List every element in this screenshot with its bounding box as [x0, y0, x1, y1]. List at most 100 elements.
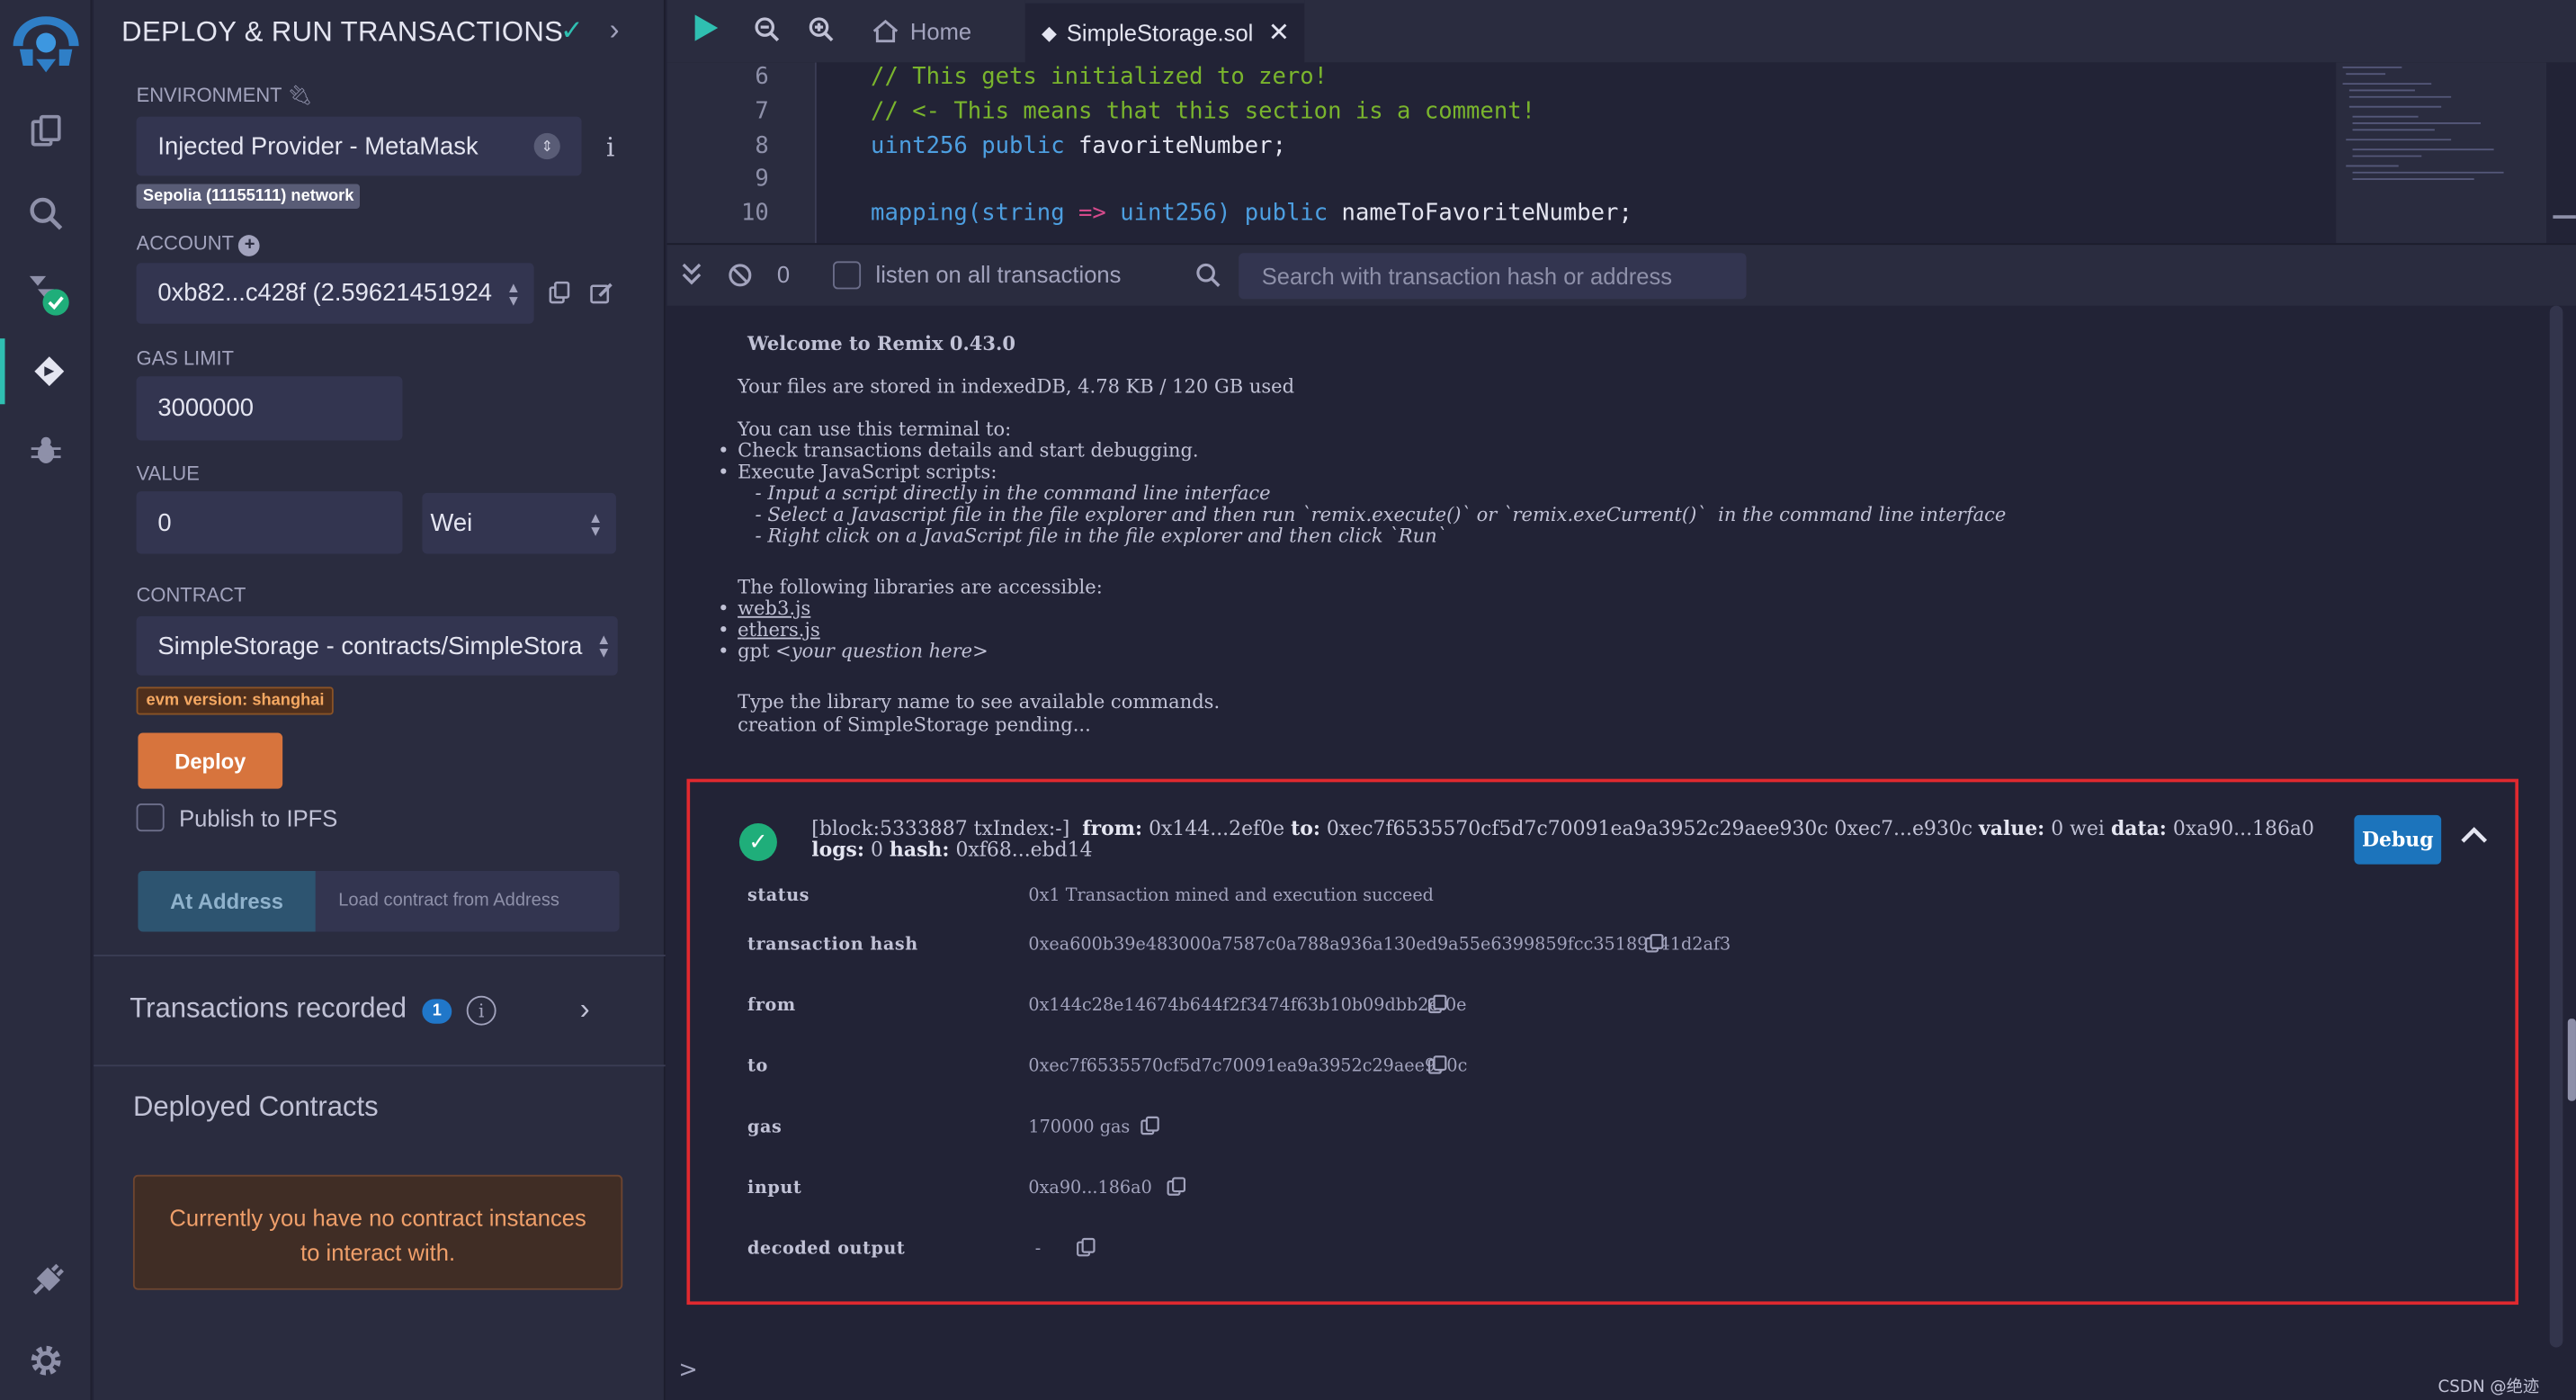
account-label: ACCOUNT +: [137, 232, 261, 256]
code-token: string: [981, 200, 1065, 228]
collapse-caret-icon[interactable]: [2459, 818, 2489, 852]
remix-ide: DEPLOY & RUN TRANSACTIONS ✓ › ENVIRONMEN…: [0, 0, 2576, 1400]
minimap[interactable]: [2336, 62, 2547, 244]
publish-ipfs-checkbox[interactable]: [136, 803, 165, 832]
remix-logo-icon[interactable]: [6, 10, 85, 82]
tx-value-label: value:: [1979, 816, 2045, 840]
info-icon[interactable]: i: [606, 131, 614, 163]
zoom-out-icon[interactable]: [754, 16, 780, 50]
tx-data-value: 0xa90...186a0: [2172, 816, 2314, 840]
debug-button[interactable]: Debug: [2354, 814, 2442, 865]
zoom-in-icon[interactable]: [809, 16, 835, 50]
transaction-receipt: ✓ [block:5333887 txIndex:-] from: 0x144.…: [686, 778, 2519, 1306]
environment-label-text: ENVIRONMENT: [136, 84, 282, 107]
terminal-scrollbar[interactable]: [2549, 305, 2563, 1348]
listen-all-checkbox[interactable]: [833, 261, 862, 290]
tx-search-input[interactable]: Search with transaction hash or address: [1239, 253, 1747, 300]
code-editor[interactable]: 6 7 8 9 10 // This gets initialized to z…: [666, 62, 2576, 244]
solidity-compiler-icon[interactable]: [0, 260, 92, 326]
copy-icon[interactable]: [1140, 1116, 1160, 1135]
search-icon[interactable]: [0, 181, 92, 247]
code-line: mapping(string => uint256) public nameTo…: [871, 201, 1632, 227]
tab-bar: Home ◆ SimpleStorage.sol ✕: [666, 0, 2576, 63]
terminal-text: Your files are stored in indexedDB, 4.78…: [738, 374, 1295, 398]
code-token: ): [1216, 200, 1245, 228]
code-token: favoriteNumber;: [1078, 132, 1286, 160]
check-icon: ✓: [559, 14, 584, 47]
copy-account-icon[interactable]: [549, 281, 572, 304]
select-arrows-icon: ⇕: [533, 132, 560, 160]
code-line: uint256 public favoriteNumber;: [871, 133, 1286, 159]
edit-icon[interactable]: [590, 281, 614, 305]
deploy-run-icon[interactable]: [0, 338, 92, 405]
code-token: =>: [1064, 200, 1121, 228]
tab-simplestorage[interactable]: ◆ SimpleStorage.sol ✕: [1024, 0, 1305, 63]
file-explorer-icon[interactable]: [0, 99, 92, 165]
tab-file-label: SimpleStorage.sol: [1066, 19, 1254, 47]
bullet: •: [718, 460, 729, 483]
terminal-text: Execute JavaScript scripts:: [738, 460, 997, 483]
add-account-icon[interactable]: +: [238, 235, 261, 256]
terminal-text: gpt <your question here>: [738, 639, 988, 662]
terminal-output: Welcome to Remix 0.43.0 Your files are s…: [667, 306, 2554, 1400]
deploy-button[interactable]: Deploy: [138, 732, 283, 789]
receipt-value: 0x1 Transaction mined and execution succ…: [1028, 885, 1434, 906]
terminal-text: You can use this terminal to:: [738, 417, 1012, 441]
tx-hash-label: hash:: [889, 838, 950, 861]
copy-icon[interactable]: [1076, 1237, 1096, 1257]
contract-select[interactable]: SimpleStorage - contracts/SimpleStora ▲ ▼: [136, 615, 618, 676]
no-instances-alert: Currently you have no contract instances…: [132, 1174, 623, 1290]
resize-handle[interactable]: [2567, 1019, 2576, 1101]
close-icon[interactable]: ✕: [1268, 16, 1290, 49]
deploy-run-panel: DEPLOY & RUN TRANSACTIONS ✓ › ENVIRONMEN…: [94, 0, 666, 1400]
receipt-value: 0xa90...186a0: [1028, 1178, 1152, 1198]
success-check-icon: ✓: [738, 822, 777, 861]
receipt-value: 0x144c28e14674b644f2f3474f63b10b09dbb2ef…: [1028, 995, 1467, 1016]
welcome-text: Welcome to Remix 0.43.0: [747, 331, 1015, 355]
code-token: uint256: [1120, 200, 1217, 228]
info-icon[interactable]: i: [466, 995, 496, 1026]
gutter-divider: [814, 62, 817, 244]
copy-icon[interactable]: [1167, 1177, 1186, 1197]
terminal-prompt[interactable]: >: [678, 1358, 697, 1384]
account-value: 0xb82...c428f (2.59621451924: [157, 279, 493, 308]
code-token: public: [981, 132, 1065, 160]
bullet: •: [718, 617, 729, 642]
debugger-icon[interactable]: [0, 417, 92, 483]
plugin-manager-icon[interactable]: [0, 1249, 92, 1315]
run-play-icon[interactable]: [693, 13, 720, 51]
at-address-input[interactable]: Load contract from Address: [338, 891, 559, 911]
settings-gear-icon[interactable]: [0, 1328, 92, 1394]
account-select[interactable]: 0xb82...c428f (2.59621451924 ▲ ▼: [136, 263, 534, 324]
bullet: •: [718, 639, 729, 662]
line-number: 7: [755, 98, 769, 125]
gpt-label: gpt: [738, 639, 776, 662]
line-number: 10: [741, 200, 769, 228]
gas-limit-input[interactable]: 3000000: [136, 376, 403, 441]
gas-limit-label: GAS LIMIT: [136, 346, 234, 370]
watermark: CSDN @绝迹之春: [2437, 1378, 2540, 1397]
transactions-recorded-label[interactable]: Transactions recorded: [130, 992, 407, 1026]
receipt-key: to: [747, 1056, 768, 1077]
ethers-link[interactable]: ethers.js: [738, 618, 820, 642]
copy-icon[interactable]: [1644, 933, 1664, 953]
tx-logs-label: logs:: [811, 838, 864, 861]
value-unit: Wei: [430, 509, 473, 538]
terminal-text: - Right click on a JavaScript file in th…: [748, 524, 1447, 548]
environment-label: ENVIRONMENT 🔌︎: [137, 84, 312, 107]
receipt-key: input: [747, 1178, 802, 1198]
collapse-terminal-icon[interactable]: [680, 260, 703, 292]
value-input[interactable]: 0: [136, 491, 403, 554]
search-icon: [1196, 263, 1221, 292]
chevron-right-icon[interactable]: ›: [580, 992, 590, 1027]
copy-icon[interactable]: [1427, 1054, 1447, 1074]
clear-terminal-icon[interactable]: [728, 263, 752, 292]
tx-summary[interactable]: [block:5333887 txIndex:-] from: 0x144...…: [811, 818, 2314, 860]
environment-select[interactable]: Injected Provider - MetaMask ⇕: [136, 116, 582, 176]
web3-link[interactable]: web3.js: [738, 597, 810, 620]
at-address-button[interactable]: At Address: [138, 870, 316, 932]
copy-icon[interactable]: [1427, 994, 1447, 1014]
tab-home[interactable]: Home: [871, 0, 1022, 62]
chevron-right-icon[interactable]: ›: [610, 13, 620, 48]
value-unit-select[interactable]: Wei ▲ ▼: [422, 492, 616, 554]
